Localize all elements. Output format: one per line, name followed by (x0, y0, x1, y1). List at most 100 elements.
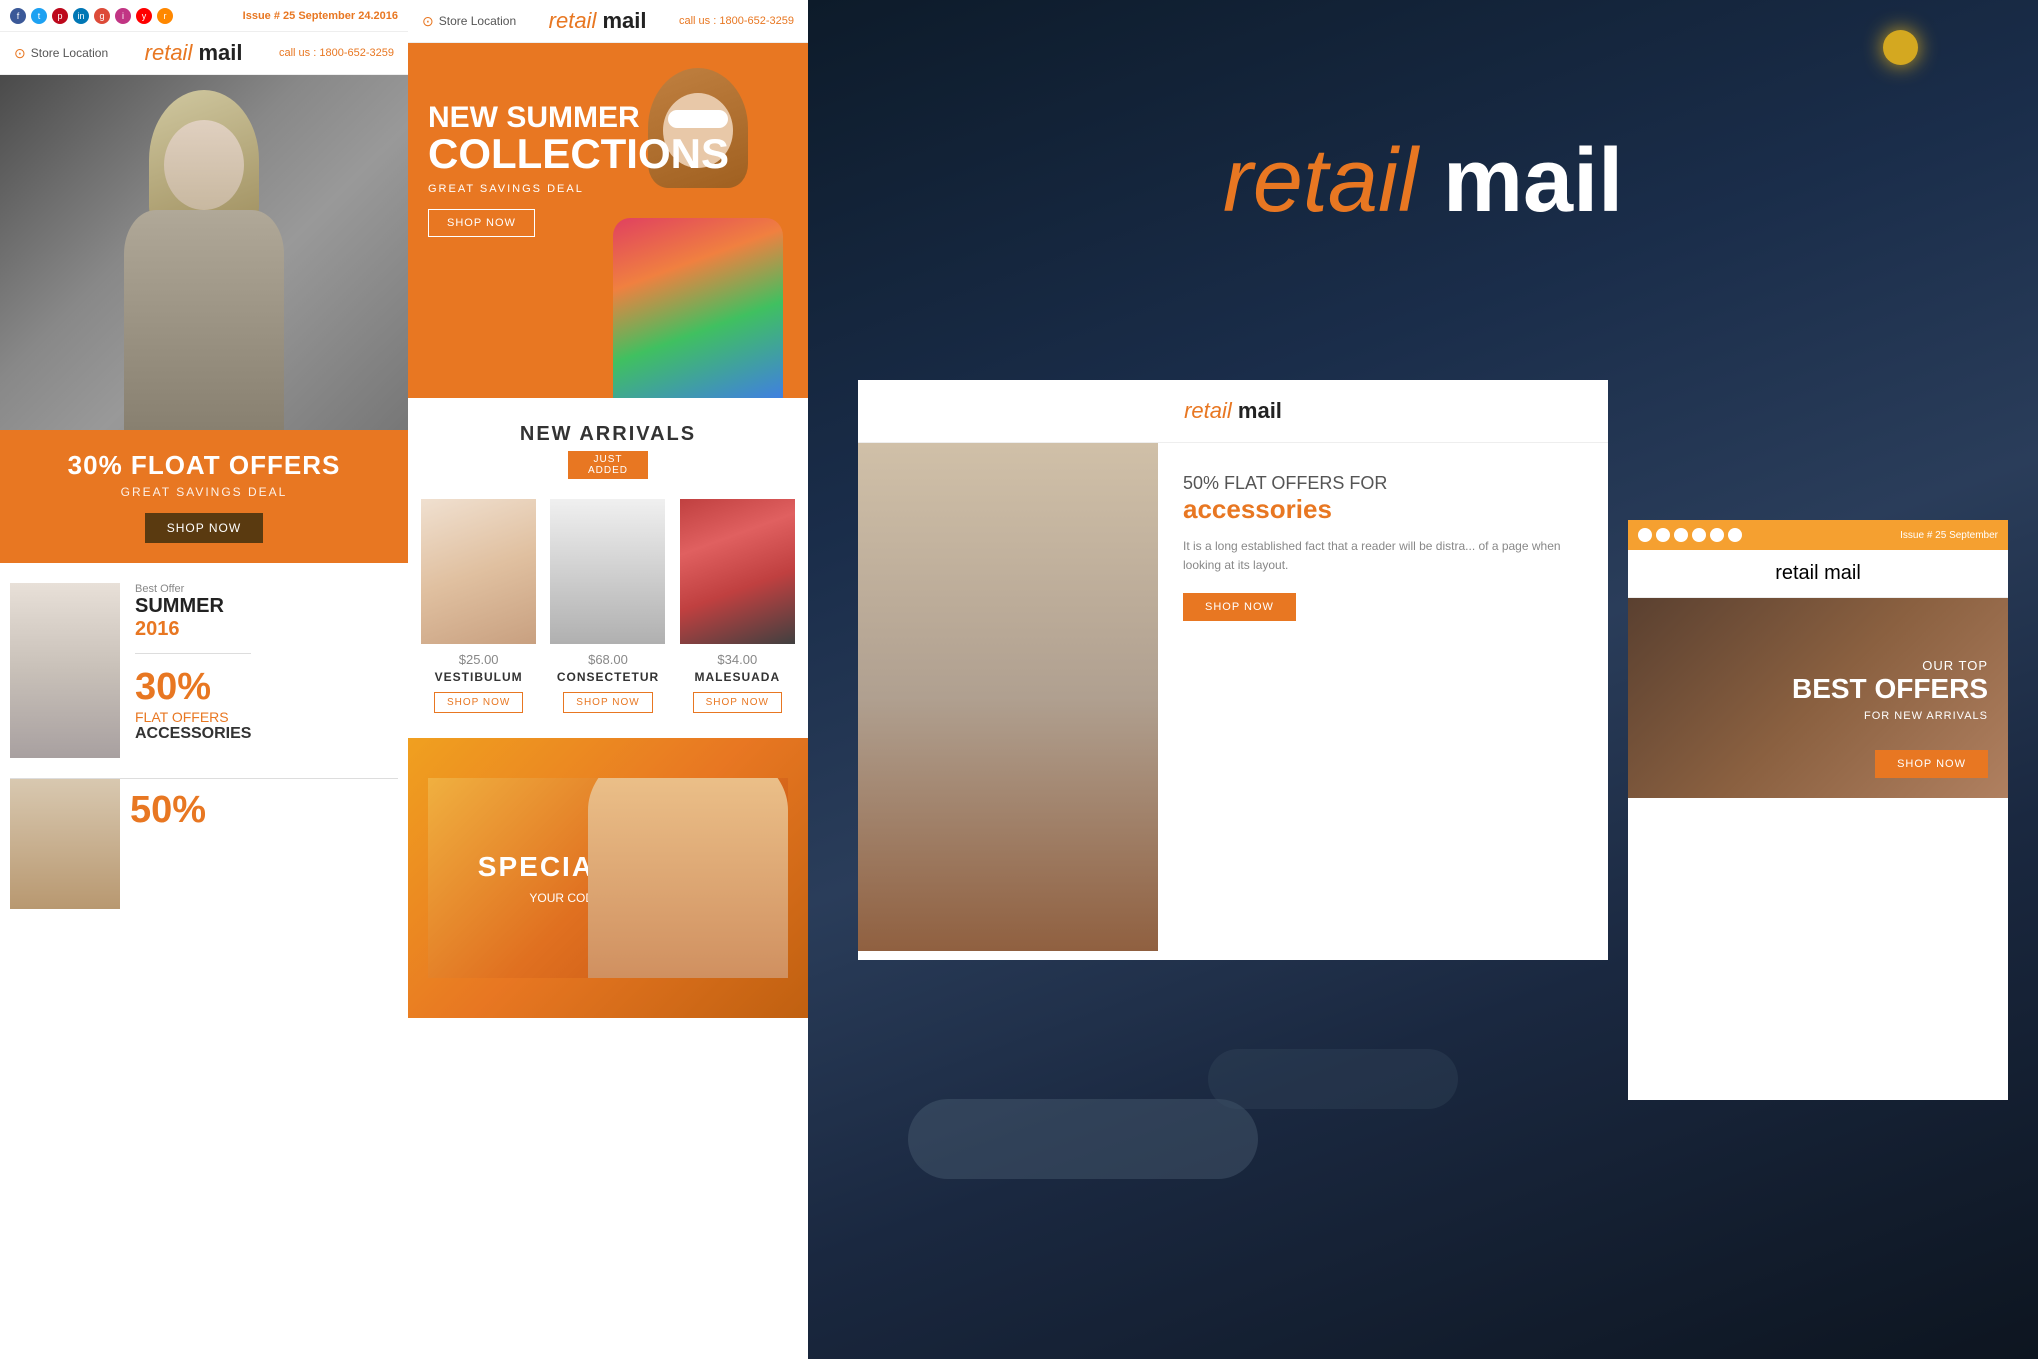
year-label: 2016 (135, 618, 251, 641)
card2-issue-text: Issue # 25 September (1900, 530, 1998, 541)
card2-topbar: Issue # 25 September (1628, 520, 2008, 550)
shop-now-btn-1[interactable]: SHOP NOW (434, 692, 523, 713)
flat-offers-percent: 50% FLAT OFFERS FOR (1183, 473, 1583, 494)
card-text-section: 50% FLAT OFFERS FOR accessories It is a … (1158, 443, 1608, 951)
hero-shop-now-button[interactable]: SHOP NOW (428, 209, 535, 237)
card-woman-image (858, 443, 1158, 951)
our-top-text: OUR TOP (1792, 658, 1988, 673)
product-card-3: $34.00 MALESUADA SHOP NOW (680, 499, 795, 713)
brand-logo: retail mail (145, 40, 243, 66)
card2-social-icon-1[interactable] (1638, 528, 1652, 542)
panel3-sub-card2: Issue # 25 September retail mail OUR TOP… (1628, 520, 2008, 1100)
model-sunglasses (668, 110, 728, 128)
cloud-2 (1208, 1049, 1458, 1109)
panel3-sub-card: retail mail 50% FLAT OFFERS FOR accessor… (858, 380, 1608, 960)
card2-social-icon-2[interactable] (1656, 528, 1670, 542)
hero-background (0, 75, 408, 430)
product-img-flannel (680, 499, 795, 644)
twitter-icon[interactable]: t (31, 8, 47, 24)
panel-3: retail mail retail mail 50% FLAT OFFERS … (808, 0, 2038, 1359)
promo-background: SPECIAL PROMO YOUR CODE " SPL2569352" (428, 778, 788, 978)
panel1-topbar: f t p in g i y r Issue # 25 September 24… (0, 0, 408, 32)
woman-body (124, 210, 284, 430)
offer-title: 30% FLOAT OFFERS (20, 450, 388, 481)
call-us-p2: call us : 1800-652-3259 (679, 15, 794, 27)
card2-shop-now-button[interactable]: SHOP NOW (1875, 750, 1988, 778)
brand-logo-p2: retail mail (549, 8, 647, 34)
panel-2: ⊙ Store Location retail mail call us : 1… (408, 0, 808, 1359)
social-icons-row: f t p in g i y r (10, 8, 173, 24)
promo-woman-figure (588, 778, 788, 978)
new-arrivals-title: NEW ARRIVALS (408, 423, 808, 446)
woman-face (164, 120, 244, 210)
for-new-arrivals-text: FOR NEW ARRIVALS (1792, 710, 1988, 722)
small-person-figure (10, 583, 120, 758)
product-image-woman (10, 583, 120, 758)
card2-social-icon-6[interactable] (1728, 528, 1742, 542)
hero-line2: COLLECTIONS (428, 133, 729, 175)
panel1-promo-banner: 30% FLOAT OFFERS GREAT SAVINGS DEAL SHOP… (0, 430, 408, 563)
just-added-badge: JUST ADDED (568, 451, 648, 479)
instagram-icon[interactable]: i (115, 8, 131, 24)
panel1-product-row2: 50% (0, 779, 408, 909)
call-us: call us : 1800-652-3259 (279, 47, 394, 59)
summer-title: SUMMER (135, 595, 251, 618)
divider (135, 653, 251, 654)
product-price-1: $25.00 (421, 652, 536, 667)
youtube-icon[interactable]: y (136, 8, 152, 24)
couple-figure (10, 779, 120, 909)
product-image-couple (10, 779, 120, 909)
product-details: Best Offer SUMMER 2016 30% FLAT OFFERS A… (130, 583, 256, 758)
products-row: $25.00 VESTIBULUM SHOP NOW $68.00 CONSEC… (408, 499, 808, 713)
card-body-text: It is a long established fact that a rea… (1183, 537, 1583, 575)
issue-text: Issue # 25 September 24.2016 (243, 10, 398, 22)
panel1-product-row: Best Offer SUMMER 2016 30% FLAT OFFERS A… (0, 563, 408, 778)
panel2-hero: NEW SUMMER COLLECTIONS GREAT SAVINGS DEA… (408, 43, 808, 398)
card2-social-icons (1638, 528, 1742, 542)
card-shop-now-button[interactable]: SHOP NOW (1183, 593, 1296, 621)
card2-social-icon-3[interactable] (1674, 528, 1688, 542)
cloud-1 (908, 1099, 1258, 1179)
shop-now-button-dark[interactable]: SHOP NOW (145, 513, 263, 543)
panel2-header: ⊙ Store Location retail mail call us : 1… (408, 0, 808, 43)
card2-brand-logo: retail mail (1628, 550, 2008, 598)
card2-hero-text: OUR TOP BEST OFFERS FOR NEW ARRIVALS SHO… (1792, 658, 1988, 778)
store-location-p2: ⊙ Store Location (422, 13, 516, 30)
percent-50: 50% (130, 789, 206, 832)
panel1-hero-image (0, 75, 408, 430)
flat-percent: 30% (135, 666, 251, 709)
pin-icon: ⊙ (14, 45, 26, 62)
moon-decoration (1883, 30, 1918, 65)
store-location: ⊙ Store Location (14, 45, 108, 62)
card2-social-icon-4[interactable] (1692, 528, 1706, 542)
pin-icon-p2: ⊙ (422, 13, 434, 30)
rss-icon[interactable]: r (157, 8, 173, 24)
panel3-brand-name: retail mail (1223, 130, 1623, 233)
shop-now-btn-2[interactable]: SHOP NOW (563, 692, 652, 713)
product-card-2: $68.00 CONSECTETUR SHOP NOW (550, 499, 665, 713)
product-price-3: $34.00 (680, 652, 795, 667)
special-promo-section: SPECIAL PROMO YOUR CODE " SPL2569352" (408, 738, 808, 1018)
card2-hero-image: OUR TOP BEST OFFERS FOR NEW ARRIVALS SHO… (1628, 598, 2008, 798)
hero-woman-figure (104, 90, 304, 430)
product-name-1: VESTIBULUM (421, 670, 536, 684)
linkedin-icon[interactable]: in (73, 8, 89, 24)
product-details2: 50% (130, 779, 206, 909)
product-price-2: $68.00 (550, 652, 665, 667)
product-name-3: MALESUADA (680, 670, 795, 684)
card-content: 50% FLAT OFFERS FOR accessories It is a … (858, 443, 1608, 951)
shop-now-btn-3[interactable]: SHOP NOW (693, 692, 782, 713)
panel3-background: retail mail retail mail 50% FLAT OFFERS … (808, 0, 2038, 1359)
model-jacket (613, 218, 783, 398)
card2-social-icon-5[interactable] (1710, 528, 1724, 542)
pinterest-icon[interactable]: p (52, 8, 68, 24)
card-header: retail mail (858, 380, 1608, 443)
hero-subtitle: GREAT SAVINGS DEAL (428, 183, 729, 195)
googleplus-icon[interactable]: g (94, 8, 110, 24)
savings-text: GREAT SAVINGS DEAL (20, 485, 388, 499)
panel1-header: ⊙ Store Location retail mail call us : 1… (0, 32, 408, 75)
accessories-label: ACCESSORIES (135, 725, 251, 743)
product-card-1: $25.00 VESTIBULUM SHOP NOW (421, 499, 536, 713)
panel-1: f t p in g i y r Issue # 25 September 24… (0, 0, 408, 1359)
facebook-icon[interactable]: f (10, 8, 26, 24)
